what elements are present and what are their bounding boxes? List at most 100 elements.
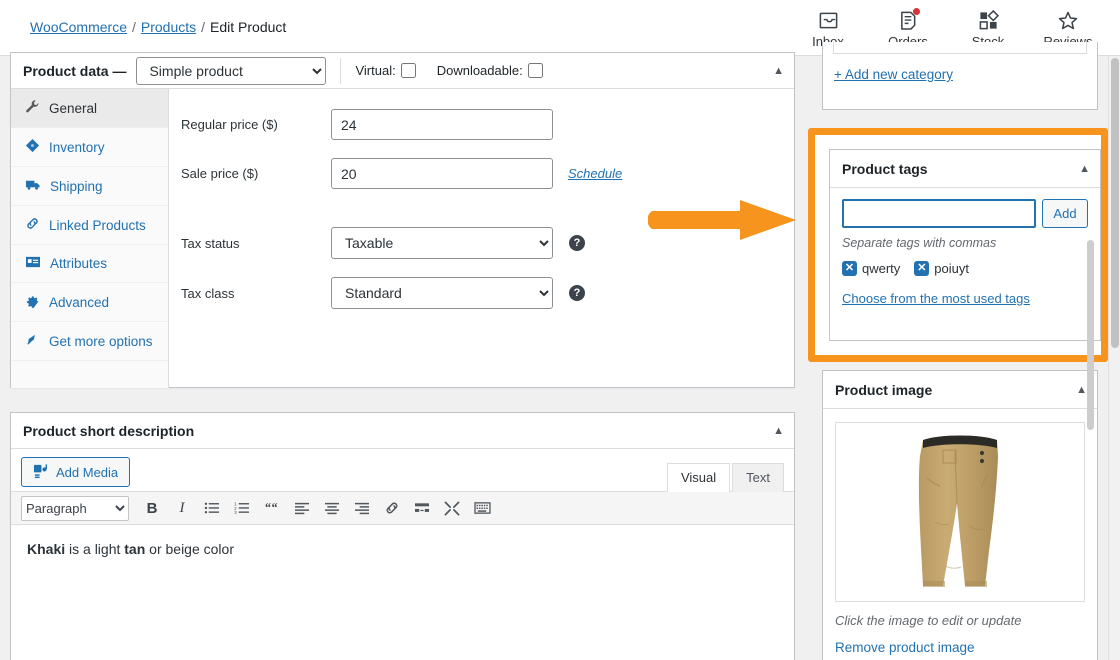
gear-icon <box>25 293 40 311</box>
sale-price-label: Sale price ($) <box>181 166 259 181</box>
regular-price-input[interactable] <box>331 109 553 140</box>
breadcrumb-products[interactable]: Products <box>141 19 196 35</box>
content-bold-khaki: Khaki <box>27 541 66 557</box>
tag-chip: ✕ poiuyt <box>914 261 969 276</box>
tax-status-select[interactable]: Taxable <box>331 227 553 259</box>
product-type-select[interactable]: Simple product <box>136 56 327 85</box>
tab-get-more-options-label: Get more options <box>49 333 153 349</box>
remove-tag-icon[interactable]: ✕ <box>842 261 857 276</box>
breadcrumb-woocommerce[interactable]: WooCommerce <box>30 19 127 35</box>
svg-text:3: 3 <box>234 510 237 515</box>
category-list-box[interactable] <box>833 42 1087 54</box>
align-left-icon[interactable] <box>287 495 317 521</box>
product-tags-collapse-toggle[interactable]: ▲ <box>1079 163 1090 175</box>
product-data-collapse-toggle[interactable]: ▲ <box>773 65 784 77</box>
product-image-thumbnail[interactable] <box>835 422 1085 602</box>
tab-general[interactable]: General <box>11 89 168 128</box>
tag-chip-label: qwerty <box>862 261 901 276</box>
product-image-collapse-toggle[interactable]: ▲ <box>1076 384 1087 396</box>
product-tags-panel: Product tags ▲ Add Separate tags with co… <box>829 149 1101 341</box>
virtual-checkbox-wrap[interactable]: Virtual: <box>355 60 418 81</box>
paragraph-format-select[interactable]: Paragraph <box>21 495 129 521</box>
tag-input[interactable] <box>842 199 1036 228</box>
attributes-card-icon <box>25 255 41 272</box>
regular-price-label: Regular price ($) <box>181 117 278 132</box>
insert-read-more-icon[interactable] <box>407 495 437 521</box>
tax-status-help-icon[interactable]: ? <box>569 235 585 251</box>
most-used-tags-link[interactable]: Choose from the most used tags <box>842 291 1030 306</box>
remove-tag-icon[interactable]: ✕ <box>914 261 930 276</box>
downloadable-label: Downloadable: <box>436 63 523 78</box>
field-tax-class: Tax class Standard ? <box>169 277 794 309</box>
tab-linked-products-label: Linked Products <box>49 217 146 233</box>
tab-inventory-label: Inventory <box>49 139 105 155</box>
short-description-collapse-toggle[interactable]: ▲ <box>773 425 784 437</box>
product-image-header: Product image ▲ <box>823 371 1097 409</box>
content-suffix-text: or beige color <box>145 541 234 557</box>
tab-shipping-label: Shipping <box>50 178 103 194</box>
link-icon <box>25 216 40 234</box>
sidebar-inner-scrollbar[interactable] <box>1087 240 1094 430</box>
fullscreen-icon[interactable] <box>437 495 467 521</box>
short-description-header: Product short description ▲ <box>11 413 794 449</box>
svg-text:“: “ <box>272 501 278 514</box>
tax-class-label: Tax class <box>181 285 235 301</box>
virtual-checkbox[interactable] <box>400 63 416 78</box>
product-tags-body: Add Separate tags with commas ✕ qwerty ✕… <box>830 188 1100 318</box>
schedule-link[interactable]: Schedule <box>568 166 622 181</box>
editor-content-area[interactable]: Khaki is a light tan or beige color <box>11 525 794 574</box>
remove-product-image-link[interactable]: Remove product image <box>835 640 975 655</box>
align-center-icon[interactable] <box>317 495 347 521</box>
editor-mode-tabs: Visual Text <box>666 463 784 492</box>
italic-icon[interactable]: I <box>167 495 197 521</box>
short-description-panel: Product short description ▲ Add Media Vi… <box>10 412 795 660</box>
product-tags-title: Product tags <box>842 160 928 177</box>
wrench-icon <box>25 99 40 117</box>
tab-get-more-options[interactable]: Get more options <box>11 322 168 361</box>
add-new-category-link[interactable]: + Add new category <box>834 67 953 82</box>
toolbar-toggle-icon[interactable] <box>467 495 497 521</box>
tab-linked-products[interactable]: Linked Products <box>11 206 168 245</box>
breadcrumb-current: Edit Product <box>210 19 287 35</box>
tab-general-label: General <box>49 100 98 116</box>
breadcrumb-separator-1: / <box>132 19 136 35</box>
link-icon[interactable] <box>377 495 407 521</box>
downloadable-checkbox-wrap[interactable]: Downloadable: <box>437 60 546 81</box>
editor-toolbar: Paragraph B I 123 ““ <box>11 491 794 525</box>
tab-inventory[interactable]: Inventory <box>11 128 168 167</box>
align-right-icon[interactable] <box>347 495 377 521</box>
content-mid-text: is a light <box>65 541 125 557</box>
downloadable-checkbox[interactable] <box>527 63 543 78</box>
add-tag-button[interactable]: Add <box>1042 199 1088 228</box>
blockquote-icon[interactable]: ““ <box>257 495 287 521</box>
add-media-label: Add Media <box>56 464 119 480</box>
tag-icon <box>25 138 40 156</box>
tab-advanced[interactable]: Advanced <box>11 283 168 322</box>
tab-shipping[interactable]: Shipping <box>11 167 168 206</box>
content-bold-tan: tan <box>124 541 146 557</box>
tag-entry-row: Add <box>842 199 1088 228</box>
product-image-caption: Click the image to edit or update <box>835 613 1022 628</box>
bold-icon[interactable]: B <box>137 495 167 521</box>
product-data-tab-list: General Inventory Shipping Linked Produc… <box>11 89 169 388</box>
product-data-title: Product data — <box>23 62 127 79</box>
tax-class-select[interactable]: Standard <box>331 277 553 309</box>
product-image-title: Product image <box>835 381 933 398</box>
tags-highlight-box: Product tags ▲ Add Separate tags with co… <box>808 128 1108 362</box>
page-scrollbar-thumb[interactable] <box>1111 58 1119 348</box>
page-scrollbar[interactable] <box>1108 56 1120 660</box>
khaki-pants-illustration <box>918 435 998 587</box>
bulleted-list-icon[interactable] <box>197 495 227 521</box>
tax-class-help-icon[interactable]: ? <box>569 285 585 301</box>
header-divider <box>340 57 342 84</box>
field-regular-price: Regular price ($) <box>169 109 794 140</box>
annotation-arrow-icon <box>648 200 796 240</box>
tab-visual[interactable]: Visual <box>666 463 731 492</box>
tab-attributes[interactable]: Attributes <box>11 245 168 283</box>
sale-price-input[interactable] <box>331 158 553 189</box>
tab-text[interactable]: Text <box>732 463 784 492</box>
tab-advanced-label: Advanced <box>49 294 110 310</box>
numbered-list-icon[interactable]: 123 <box>227 495 257 521</box>
svg-text:“: “ <box>265 501 271 514</box>
add-media-button[interactable]: Add Media <box>21 457 131 487</box>
